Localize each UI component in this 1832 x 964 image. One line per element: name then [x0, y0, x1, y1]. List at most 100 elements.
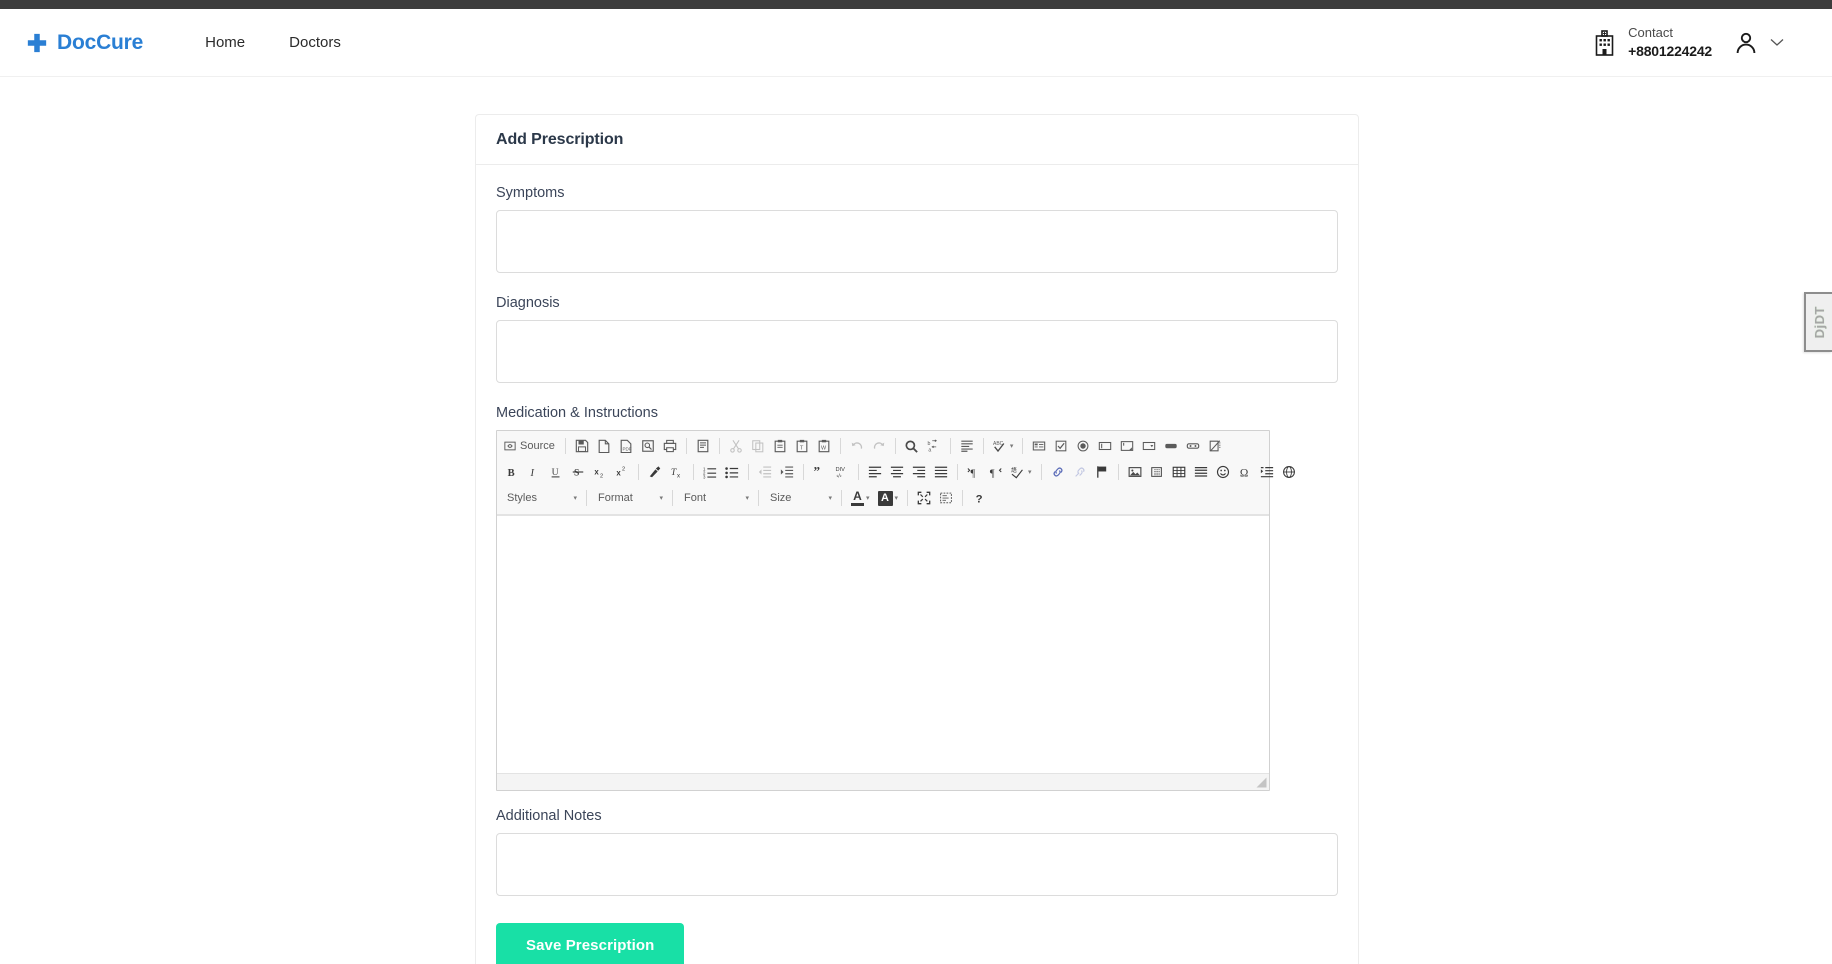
- nav-link-home[interactable]: Home: [183, 28, 267, 57]
- paste-word-icon[interactable]: W: [813, 435, 835, 457]
- resize-grip-icon[interactable]: [1256, 777, 1267, 788]
- django-debug-toolbar-handle[interactable]: DjDT: [1804, 292, 1832, 352]
- svg-text:b: b: [927, 441, 930, 447]
- main-navbar: DocCure Home Doctors Contact +8801224242: [0, 9, 1832, 77]
- textarea-icon[interactable]: [1116, 435, 1138, 457]
- paste-icon[interactable]: [769, 435, 791, 457]
- anchor-icon[interactable]: [1091, 461, 1113, 483]
- strikethrough-icon[interactable]: S: [567, 461, 589, 483]
- iframe-icon[interactable]: [1278, 461, 1300, 483]
- hospital-building-icon: [1595, 29, 1614, 56]
- user-menu[interactable]: [1734, 31, 1784, 55]
- decrease-indent-icon[interactable]: [754, 461, 776, 483]
- horizontal-rule-icon[interactable]: [1190, 461, 1212, 483]
- svg-text:Ω: Ω: [1239, 467, 1247, 479]
- show-blocks-icon[interactable]: [935, 487, 957, 509]
- save-prescription-button[interactable]: Save Prescription: [496, 923, 685, 964]
- diagnosis-input[interactable]: [496, 320, 1338, 383]
- paste-text-icon[interactable]: T: [791, 435, 813, 457]
- contact-label: Contact: [1628, 25, 1673, 41]
- text-direction-rtl-icon[interactable]: ¶: [985, 461, 1007, 483]
- new-page-icon[interactable]: [593, 435, 615, 457]
- create-div-icon[interactable]: DIV ‹/›: [831, 461, 853, 483]
- text-direction-ltr-icon[interactable]: ¶: [963, 461, 985, 483]
- button-icon[interactable]: [1160, 435, 1182, 457]
- smiley-icon[interactable]: [1212, 461, 1234, 483]
- size-combo[interactable]: Size ▾: [764, 488, 836, 508]
- about-help-icon[interactable]: ?: [968, 487, 990, 509]
- styles-combo-label: Styles: [507, 492, 537, 504]
- svg-text:3: 3: [703, 474, 706, 479]
- copy-icon[interactable]: [747, 435, 769, 457]
- separator: [907, 490, 909, 506]
- image-button-icon[interactable]: [1182, 435, 1204, 457]
- bulleted-list-icon[interactable]: [721, 461, 743, 483]
- brand-logo[interactable]: DocCure: [26, 31, 143, 55]
- svg-text:T: T: [800, 446, 804, 452]
- field-group-diagnosis: Diagnosis: [496, 295, 1338, 388]
- ckeditor: Source PDF T W b a ABC ▾ B I U S x 2 x 2…: [496, 430, 1295, 791]
- cut-icon[interactable]: [725, 435, 747, 457]
- templates-icon[interactable]: [692, 435, 714, 457]
- background-color-icon[interactable]: A ▾: [874, 487, 903, 509]
- page-break-icon[interactable]: [1256, 461, 1278, 483]
- font-combo[interactable]: Font ▾: [678, 488, 753, 508]
- superscript-icon[interactable]: x2: [611, 461, 633, 483]
- text-field-icon[interactable]: [1094, 435, 1116, 457]
- notes-input[interactable]: [496, 833, 1338, 896]
- underline-icon[interactable]: U: [545, 461, 567, 483]
- find-icon[interactable]: [901, 435, 923, 457]
- symptoms-input[interactable]: [496, 210, 1338, 273]
- separator: [672, 490, 673, 506]
- print-icon[interactable]: [659, 435, 681, 457]
- align-right-icon[interactable]: [908, 461, 930, 483]
- form-icon[interactable]: [1028, 435, 1050, 457]
- flash-icon[interactable]: [1146, 461, 1168, 483]
- select-all-icon[interactable]: [956, 435, 978, 457]
- editor-content-area[interactable]: [497, 515, 1269, 773]
- contact-block[interactable]: Contact +8801224242: [1593, 24, 1712, 60]
- subscript-icon[interactable]: x2: [589, 461, 611, 483]
- bold-icon[interactable]: B: [501, 461, 523, 483]
- blockquote-icon[interactable]: ”: [809, 461, 831, 483]
- remove-format-icon[interactable]: Tx: [666, 461, 688, 483]
- align-left-icon[interactable]: [864, 461, 886, 483]
- replace-icon[interactable]: ba: [923, 435, 945, 457]
- numbered-list-icon[interactable]: 123: [699, 461, 721, 483]
- text-color-icon[interactable]: A ▾: [847, 487, 874, 509]
- unlink-icon[interactable]: [1069, 461, 1091, 483]
- table-icon[interactable]: [1168, 461, 1190, 483]
- save-icon[interactable]: [571, 435, 593, 457]
- preview-pdf-icon[interactable]: PDF: [615, 435, 637, 457]
- text-color-bar: [851, 503, 864, 506]
- link-icon[interactable]: [1047, 461, 1069, 483]
- increase-indent-icon[interactable]: [776, 461, 798, 483]
- format-combo[interactable]: Format ▾: [592, 488, 667, 508]
- align-center-icon[interactable]: [886, 461, 908, 483]
- undo-icon[interactable]: [846, 435, 868, 457]
- italic-icon[interactable]: I: [523, 461, 545, 483]
- separator: [718, 438, 720, 454]
- language-icon[interactable]: 語 ▾: [1007, 461, 1036, 483]
- separator: [803, 464, 804, 480]
- chevron-down-icon: ▾: [745, 494, 749, 502]
- checkbox-icon[interactable]: [1050, 435, 1072, 457]
- image-icon[interactable]: [1124, 461, 1146, 483]
- source-button[interactable]: Source: [501, 438, 560, 454]
- maximize-icon[interactable]: [913, 487, 935, 509]
- styles-combo[interactable]: Styles ▾: [501, 488, 581, 508]
- separator: [693, 464, 694, 480]
- nav-link-doctors[interactable]: Doctors: [267, 28, 363, 57]
- spellcheck-icon[interactable]: ABC ▾: [989, 435, 1018, 457]
- hidden-field-icon[interactable]: [1204, 435, 1226, 457]
- svg-text:2: 2: [600, 473, 603, 479]
- redo-icon[interactable]: [868, 435, 890, 457]
- select-field-icon[interactable]: [1138, 435, 1160, 457]
- align-justify-icon[interactable]: [930, 461, 952, 483]
- special-character-icon[interactable]: Ω: [1234, 461, 1256, 483]
- text-color-swatch: A: [851, 490, 864, 506]
- copy-formatting-icon[interactable]: [644, 461, 666, 483]
- radio-button-icon[interactable]: [1072, 435, 1094, 457]
- field-group-medication: Medication & Instructions Source PDF T W…: [496, 405, 1338, 791]
- preview-icon[interactable]: [637, 435, 659, 457]
